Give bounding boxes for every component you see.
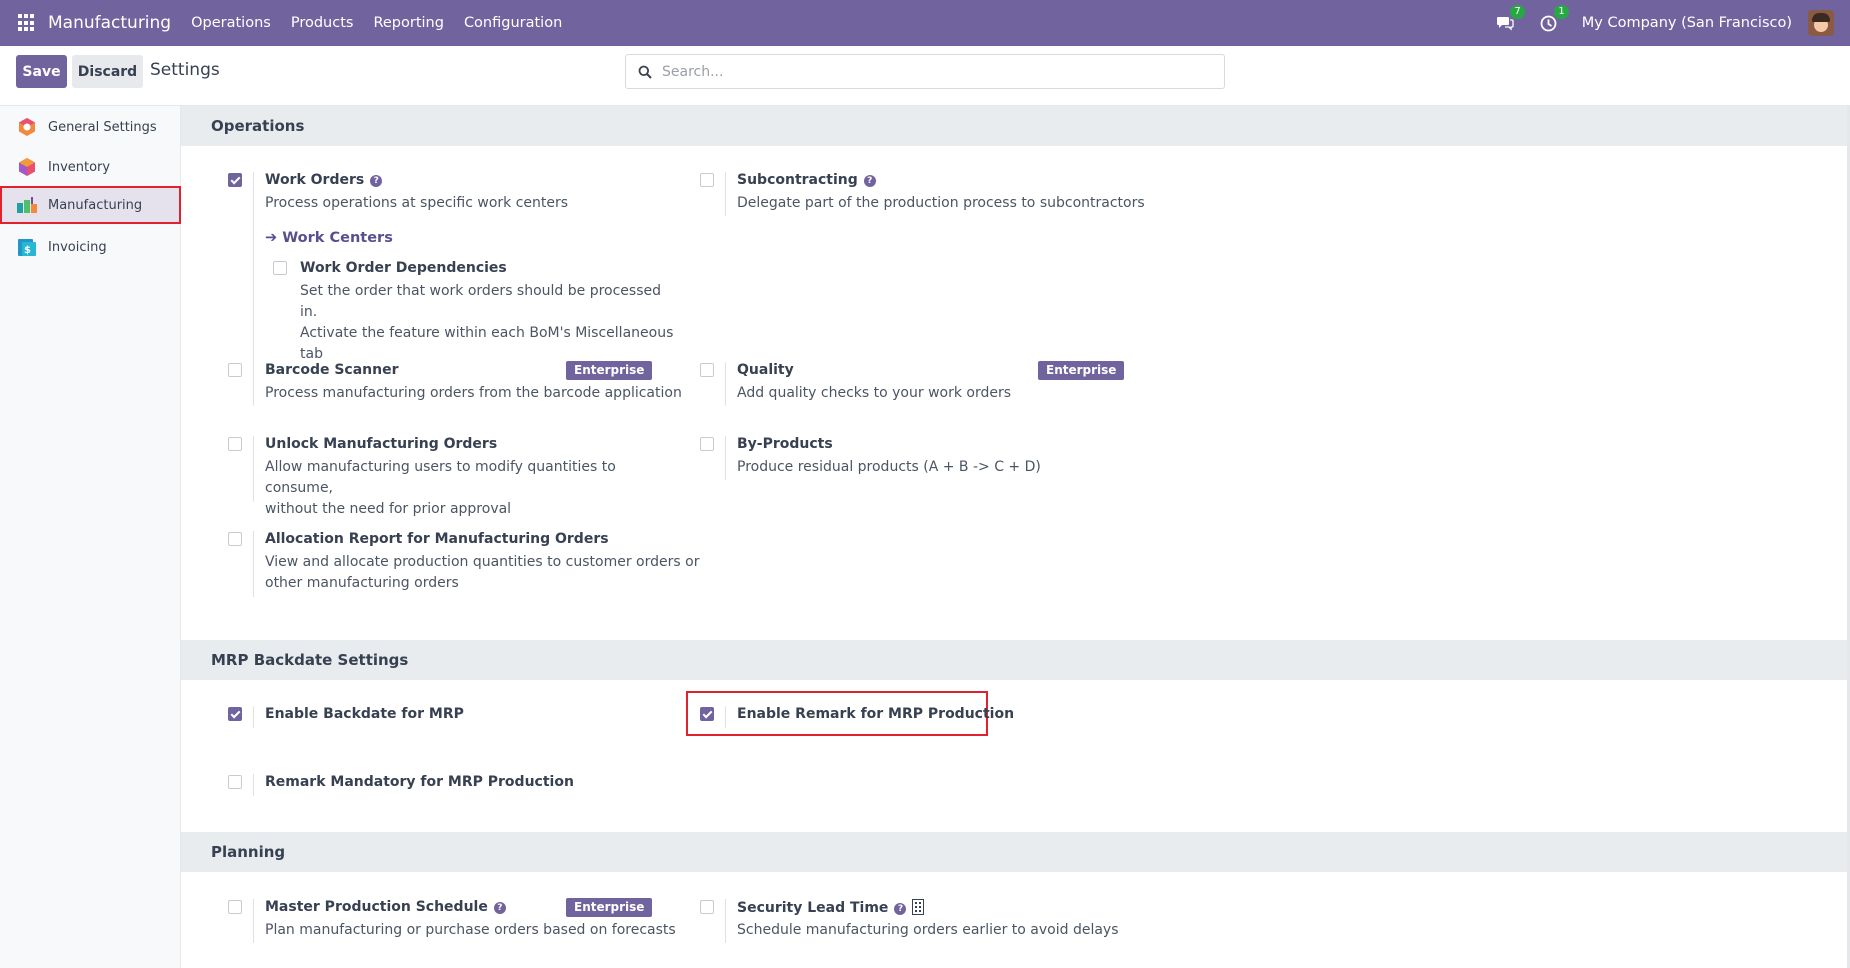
messages-count-badge: 7 xyxy=(1510,5,1525,19)
allocation-report-title: Allocation Report for Manufacturing Orde… xyxy=(265,531,609,547)
setting-by-products: By-Products Produce residual products (A… xyxy=(700,436,1120,480)
setting-work-orders: Work Orders? Process operations at speci… xyxy=(228,172,673,394)
work-orders-checkbox[interactable] xyxy=(228,173,242,187)
help-icon[interactable]: ? xyxy=(493,902,506,914)
allocation-report-desc: View and allocate production quantities … xyxy=(265,554,700,591)
menu-configuration[interactable]: Configuration xyxy=(464,15,562,31)
sidebar-item-general-settings[interactable]: General Settings xyxy=(0,108,181,146)
security-lead-time-checkbox[interactable] xyxy=(700,900,714,914)
user-avatar[interactable] xyxy=(1808,10,1834,36)
help-icon[interactable]: ? xyxy=(863,175,876,187)
apps-menu-icon[interactable] xyxy=(18,14,36,32)
enable-remark-title: Enable Remark for MRP Production xyxy=(737,706,1015,722)
barcode-scanner-title: Barcode Scanner xyxy=(265,362,399,378)
setting-enable-backdate: Enable Backdate for MRP xyxy=(228,706,628,730)
enterprise-badge: Enterprise xyxy=(566,898,653,917)
sidebar-item-manufacturing[interactable]: Manufacturing xyxy=(0,186,181,224)
sidebar-item-label: General Settings xyxy=(48,119,157,135)
subcontracting-checkbox[interactable] xyxy=(700,173,714,187)
svg-text:$: $ xyxy=(24,245,31,256)
work-order-dependencies-desc: Set the order that work orders should be… xyxy=(300,283,674,362)
help-icon[interactable]: ? xyxy=(894,903,907,915)
page-title: Settings xyxy=(150,60,220,80)
section-planning-title: Planning xyxy=(181,832,1850,872)
remark-mandatory-title: Remark Mandatory for MRP Production xyxy=(265,774,574,790)
quality-desc: Add quality checks to your work orders xyxy=(737,385,1012,401)
mps-desc: Plan manufacturing or purchase orders ba… xyxy=(265,922,676,938)
enterprise-badge: Enterprise xyxy=(1038,361,1125,380)
work-centers-link[interactable]: ➔ Work Centers xyxy=(265,230,393,246)
general-settings-icon xyxy=(19,118,35,136)
by-products-desc: Produce residual products (A + B -> C + … xyxy=(737,459,1041,475)
activities-count-badge: 1 xyxy=(1554,5,1569,19)
setting-master-production-schedule: Master Production Schedule? Enterprise P… xyxy=(228,898,676,943)
mps-checkbox[interactable] xyxy=(228,900,242,914)
company-building-icon xyxy=(912,899,925,915)
sidebar-item-invoicing[interactable]: $ Invoicing xyxy=(0,228,181,266)
setting-allocation-report: Allocation Report for Manufacturing Orde… xyxy=(228,531,699,597)
by-products-checkbox[interactable] xyxy=(700,437,714,451)
unlock-mo-checkbox[interactable] xyxy=(228,437,242,451)
work-order-dependencies-title: Work Order Dependencies xyxy=(300,260,507,276)
enable-backdate-title: Enable Backdate for MRP xyxy=(265,706,464,722)
enterprise-badge: Enterprise xyxy=(566,361,653,380)
search-bar[interactable] xyxy=(625,54,1225,89)
allocation-report-checkbox[interactable] xyxy=(228,532,242,546)
menu-reporting[interactable]: Reporting xyxy=(373,15,444,31)
subcontracting-title: Subcontracting xyxy=(737,172,858,188)
enable-remark-checkbox[interactable] xyxy=(700,707,714,721)
remark-mandatory-checkbox[interactable] xyxy=(228,775,242,789)
navbar-systray: 7 1 My Company (San Francisco) xyxy=(1494,0,1850,46)
menu-operations[interactable]: Operations xyxy=(191,15,271,31)
quality-checkbox[interactable] xyxy=(700,363,714,377)
barcode-scanner-desc: Process manufacturing orders from the ba… xyxy=(265,385,682,401)
setting-quality: Quality Enterprise Add quality checks to… xyxy=(700,361,1125,406)
app-title[interactable]: Manufacturing xyxy=(48,13,171,33)
enable-backdate-checkbox[interactable] xyxy=(228,707,242,721)
setting-unlock-manufacturing-orders: Unlock Manufacturing Orders Allow manufa… xyxy=(228,436,668,517)
setting-subcontracting: Subcontracting? Delegate part of the pro… xyxy=(700,172,1220,216)
control-panel: Save Discard Settings xyxy=(0,46,1850,106)
search-icon xyxy=(638,65,652,79)
by-products-title: By-Products xyxy=(737,436,833,452)
work-orders-desc: Process operations at specific work cent… xyxy=(265,195,569,211)
work-orders-title: Work Orders xyxy=(265,172,365,188)
top-navbar: Manufacturing Operations Products Report… xyxy=(0,0,1850,46)
sidebar-item-label: Inventory xyxy=(48,159,111,175)
unlock-mo-desc: Allow manufacturing users to modify quan… xyxy=(265,459,616,517)
activities-clock-icon[interactable]: 1 xyxy=(1538,5,1569,34)
help-icon[interactable]: ? xyxy=(370,175,383,187)
search-input[interactable] xyxy=(662,63,1202,80)
settings-sidebar: General Settings Inventory Manufacturing… xyxy=(0,106,181,968)
security-lead-time-desc: Schedule manufacturing orders earlier to… xyxy=(737,922,1119,938)
mps-title: Master Production Schedule xyxy=(265,899,488,915)
menu-products[interactable]: Products xyxy=(291,15,354,31)
invoicing-icon: $ xyxy=(18,239,36,256)
setting-enable-remark: Enable Remark for MRP Production xyxy=(700,706,1100,730)
messages-icon[interactable]: 7 xyxy=(1494,5,1525,34)
unlock-mo-title: Unlock Manufacturing Orders xyxy=(265,436,498,452)
section-mrp-backdate-title: MRP Backdate Settings xyxy=(181,640,1850,680)
subcontracting-desc: Delegate part of the production process … xyxy=(737,195,1145,211)
sidebar-item-label: Manufacturing xyxy=(48,197,143,213)
inventory-icon xyxy=(19,158,35,176)
setting-remark-mandatory: Remark Mandatory for MRP Production xyxy=(228,774,648,798)
arrow-right-icon: ➔ xyxy=(265,230,283,246)
setting-security-lead-time: Security Lead Time? Schedule manufacturi… xyxy=(700,899,1120,943)
setting-barcode-scanner: Barcode Scanner Enterprise Process manuf… xyxy=(228,361,682,406)
work-order-dependencies-checkbox[interactable] xyxy=(273,261,287,275)
settings-content: Operations Work Orders? Process operatio… xyxy=(181,106,1850,968)
sidebar-item-label: Invoicing xyxy=(48,239,107,255)
manufacturing-icon xyxy=(17,197,37,213)
company-switcher[interactable]: My Company (San Francisco) xyxy=(1582,15,1792,31)
sidebar-item-inventory[interactable]: Inventory xyxy=(0,148,181,186)
save-button[interactable]: Save xyxy=(16,55,67,88)
section-operations-title: Operations xyxy=(181,106,1850,146)
discard-button[interactable]: Discard xyxy=(72,55,143,88)
security-lead-time-title: Security Lead Time xyxy=(737,900,889,916)
quality-title: Quality xyxy=(737,362,794,378)
barcode-scanner-checkbox[interactable] xyxy=(228,363,242,377)
